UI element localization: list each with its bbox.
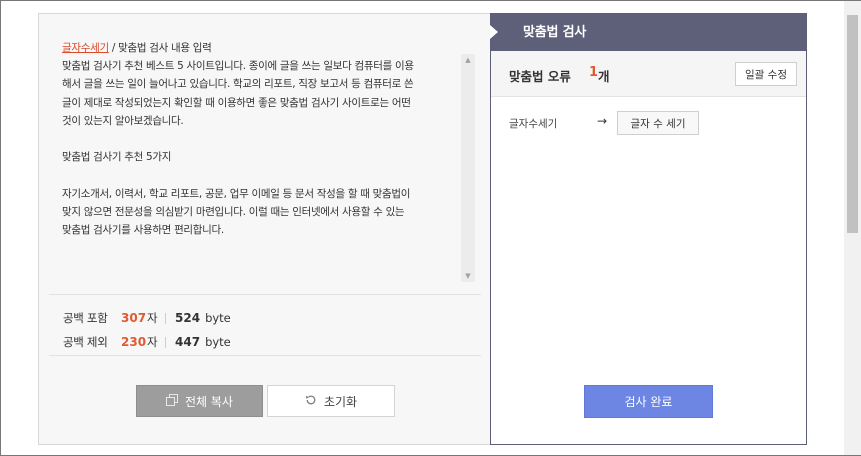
byte-count: 524 <box>175 311 201 325</box>
copy-icon <box>166 393 178 409</box>
suggestion-row: 글자수세기 → 글자 수 세기 <box>509 111 799 135</box>
scroll-down-icon[interactable]: ▼ <box>461 270 475 282</box>
spell-input-panel: 글자수세기 / 맞춤법 검사 내용 입력 맞춤법 검사기 추천 베스트 5 사이… <box>38 13 490 445</box>
editor-line: 맞춤법 검사기를 사용하면 편리합니다. <box>62 224 224 236</box>
char-unit: 자 <box>147 335 158 349</box>
refresh-icon <box>305 394 317 409</box>
count-without-space: 공백 제외 230 자 447 byte <box>63 330 231 354</box>
count-label: 공백 포함 <box>63 311 108 325</box>
editor-line: 것이 있는지 알아보겠습니다. <box>62 114 184 127</box>
copy-all-label: 전체 복사 <box>185 394 233 409</box>
count-with-space: 공백 포함 307 자 524 byte <box>63 306 231 330</box>
char-unit: 자 <box>147 311 158 325</box>
editor-line: 맞춤법 검사기 추천 베스트 5 사이트입니다. 종이에 글을 쓰는 일보다 컴… <box>62 60 414 73</box>
char-counts: 공백 포함 307 자 524 byte 공백 제외 230 자 447 byt… <box>63 306 231 354</box>
divider <box>49 294 481 295</box>
editor-line: 맞지 않으면 전문성을 의심받기 마련입니다. 이럴 때는 인터넷에서 사용할 … <box>62 205 405 218</box>
editor-blank-line <box>62 166 462 184</box>
keyword-link[interactable]: 글자수세기 <box>62 42 109 54</box>
byte-unit: byte <box>205 311 231 325</box>
byte-count: 447 <box>175 335 201 349</box>
reset-button[interactable]: 초기화 <box>267 385 395 417</box>
error-unit: 개 <box>598 69 610 84</box>
result-header: 맞춤법 검사 <box>491 14 806 51</box>
divider <box>49 355 481 356</box>
check-done-button[interactable]: 검사 완료 <box>584 385 713 418</box>
original-word: 글자수세기 <box>509 118 558 130</box>
scroll-up-icon[interactable]: ▲ <box>461 54 475 66</box>
separator <box>165 336 166 348</box>
editor-content[interactable]: 글자수세기 / 맞춤법 검사 내용 입력 맞춤법 검사기 추천 베스트 5 사이… <box>62 39 462 239</box>
separator <box>165 312 166 324</box>
copy-all-button[interactable]: 전체 복사 <box>136 385 263 417</box>
char-count: 230 <box>121 335 147 349</box>
reset-label: 초기화 <box>323 394 358 409</box>
editor-line: 해서 글을 쓰는 일이 늘어나고 있습니다. 학교의 리포트, 직장 보고서 등… <box>62 78 414 91</box>
editor-line: 자기소개서, 이력서, 학교 리포트, 공문, 업무 이메일 등 문서 작성을 … <box>62 187 411 200</box>
editor-scrollbar[interactable]: ▲ ▼ <box>461 54 475 282</box>
char-count: 307 <box>121 311 147 325</box>
panel-pointer <box>490 25 498 39</box>
arrow-right-icon: → <box>597 114 608 128</box>
fix-all-button[interactable]: 일괄 수정 <box>735 62 797 86</box>
title-suffix: / 맞춤법 검사 내용 입력 <box>108 42 212 54</box>
error-label: 맞춤법 오류 <box>509 69 571 84</box>
page-scrollbar-thumb[interactable] <box>847 15 858 233</box>
correction-button[interactable]: 글자 수 세기 <box>617 111 699 135</box>
byte-unit: byte <box>205 335 231 349</box>
result-toolbar: 맞춤법 오류 1 개 일괄 수정 <box>491 51 806 97</box>
spell-result-panel: 맞춤법 검사 맞춤법 오류 1 개 일괄 수정 글자수세기 → 글자 수 세기 … <box>490 13 807 445</box>
error-count: 1 <box>589 65 599 80</box>
count-label: 공백 제외 <box>63 335 108 349</box>
editor-line: 글이 제대로 작성되었는지 확인할 때 이용하면 좋은 맞춤법 검사기 사이트로… <box>62 96 411 109</box>
text-editor[interactable]: 글자수세기 / 맞춤법 검사 내용 입력 맞춤법 검사기 추천 베스트 5 사이… <box>49 26 478 294</box>
page-scrollbar[interactable] <box>844 1 861 455</box>
editor-blank-line <box>62 130 462 148</box>
editor-line: 맞춤법 검사기 추천 5가지 <box>62 151 172 164</box>
